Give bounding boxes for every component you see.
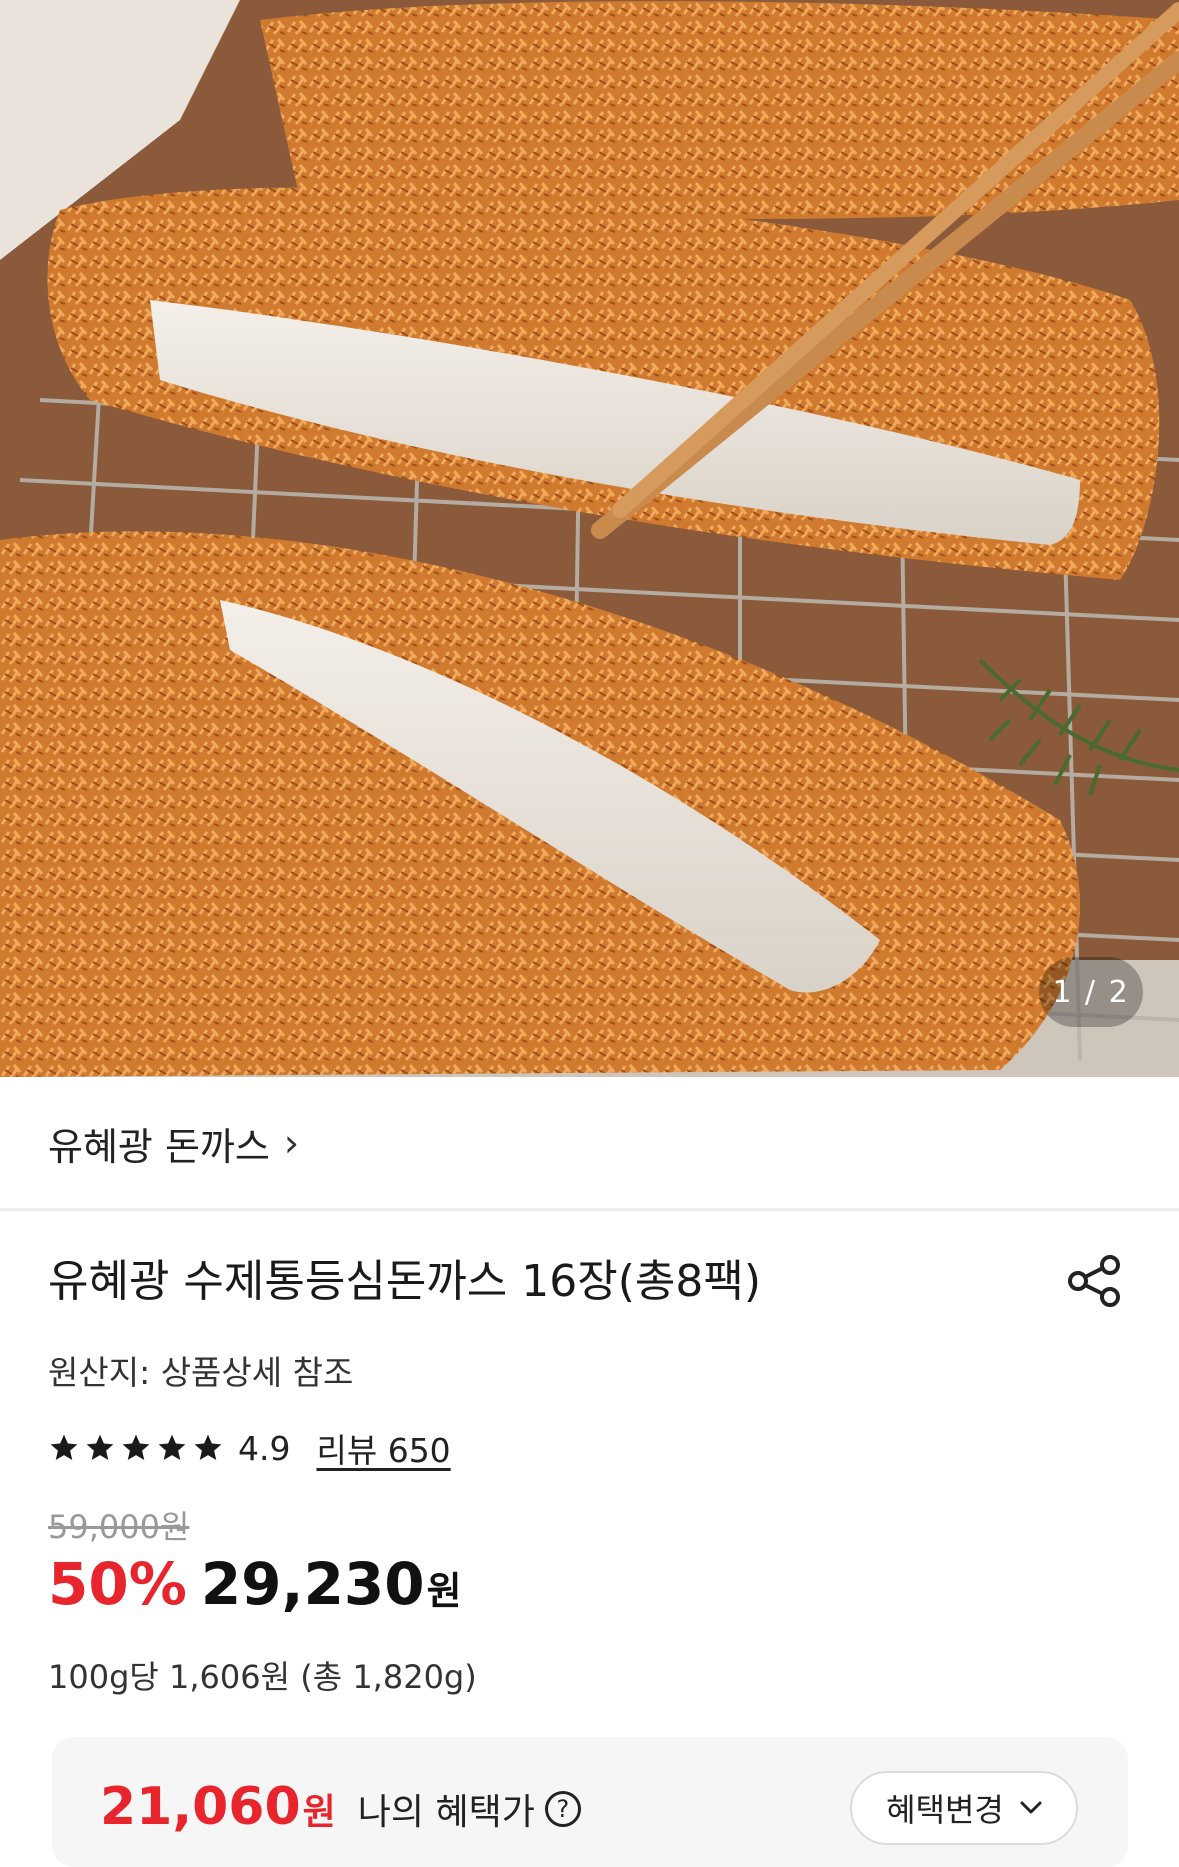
- unit-price: 100g당 1,606원 (총 1,820g): [48, 1658, 477, 1696]
- original-price: 59,000원: [48, 1508, 190, 1546]
- brand-name: 유혜광 돈까스: [48, 1124, 270, 1169]
- star-icon: [158, 1434, 186, 1460]
- origin-info: 원산지: 상품상세 참조: [48, 1353, 354, 1392]
- benefit-panel: 21,060 원 나의 혜택가 ? 혜택변경: [52, 1737, 1128, 1867]
- image-counter: 1 / 2: [1039, 957, 1143, 1027]
- star-icon: [122, 1434, 150, 1460]
- sale-price: 29,230: [200, 1550, 425, 1618]
- benefit-label: 나의 혜택가: [357, 1792, 535, 1833]
- product-image[interactable]: [0, 0, 1179, 1077]
- product-title: 유혜광 수제통등심돈까스 16장(총8팩): [48, 1256, 762, 1307]
- star-rating: [48, 1432, 224, 1464]
- star-icon: [50, 1434, 78, 1460]
- rating-row: 4.9 리뷰 650: [48, 1420, 451, 1476]
- discount-percent: 50%: [48, 1550, 187, 1618]
- benefit-price: 21,060: [100, 1777, 301, 1837]
- chevron-down-icon: [1020, 1801, 1042, 1814]
- section-divider: [0, 1208, 1179, 1211]
- sale-price-currency: 원: [426, 1569, 462, 1613]
- brand-link[interactable]: 유혜광 돈까스 ›: [48, 1108, 299, 1178]
- review-link[interactable]: 리뷰 650: [316, 1424, 450, 1472]
- share-icon[interactable]: [1064, 1251, 1124, 1311]
- chevron-right-icon: ›: [283, 1121, 300, 1165]
- benefit-price-row: 21,060 원 나의 혜택가 ?: [100, 1777, 581, 1837]
- change-benefit-button[interactable]: 혜택변경: [850, 1771, 1078, 1845]
- rating-score: 4.9: [238, 1428, 291, 1468]
- star-icon: [194, 1434, 222, 1460]
- product-image-gallery[interactable]: 1 / 2: [0, 0, 1179, 1077]
- benefit-label-group: 나의 혜택가 ?: [358, 1783, 581, 1835]
- help-icon[interactable]: ?: [544, 1791, 581, 1827]
- change-benefit-label: 혜택변경: [886, 1791, 1004, 1829]
- price-row: 50% 29,230 원: [48, 1550, 462, 1618]
- star-icon: [86, 1434, 114, 1460]
- benefit-price-currency: 원: [302, 1792, 336, 1833]
